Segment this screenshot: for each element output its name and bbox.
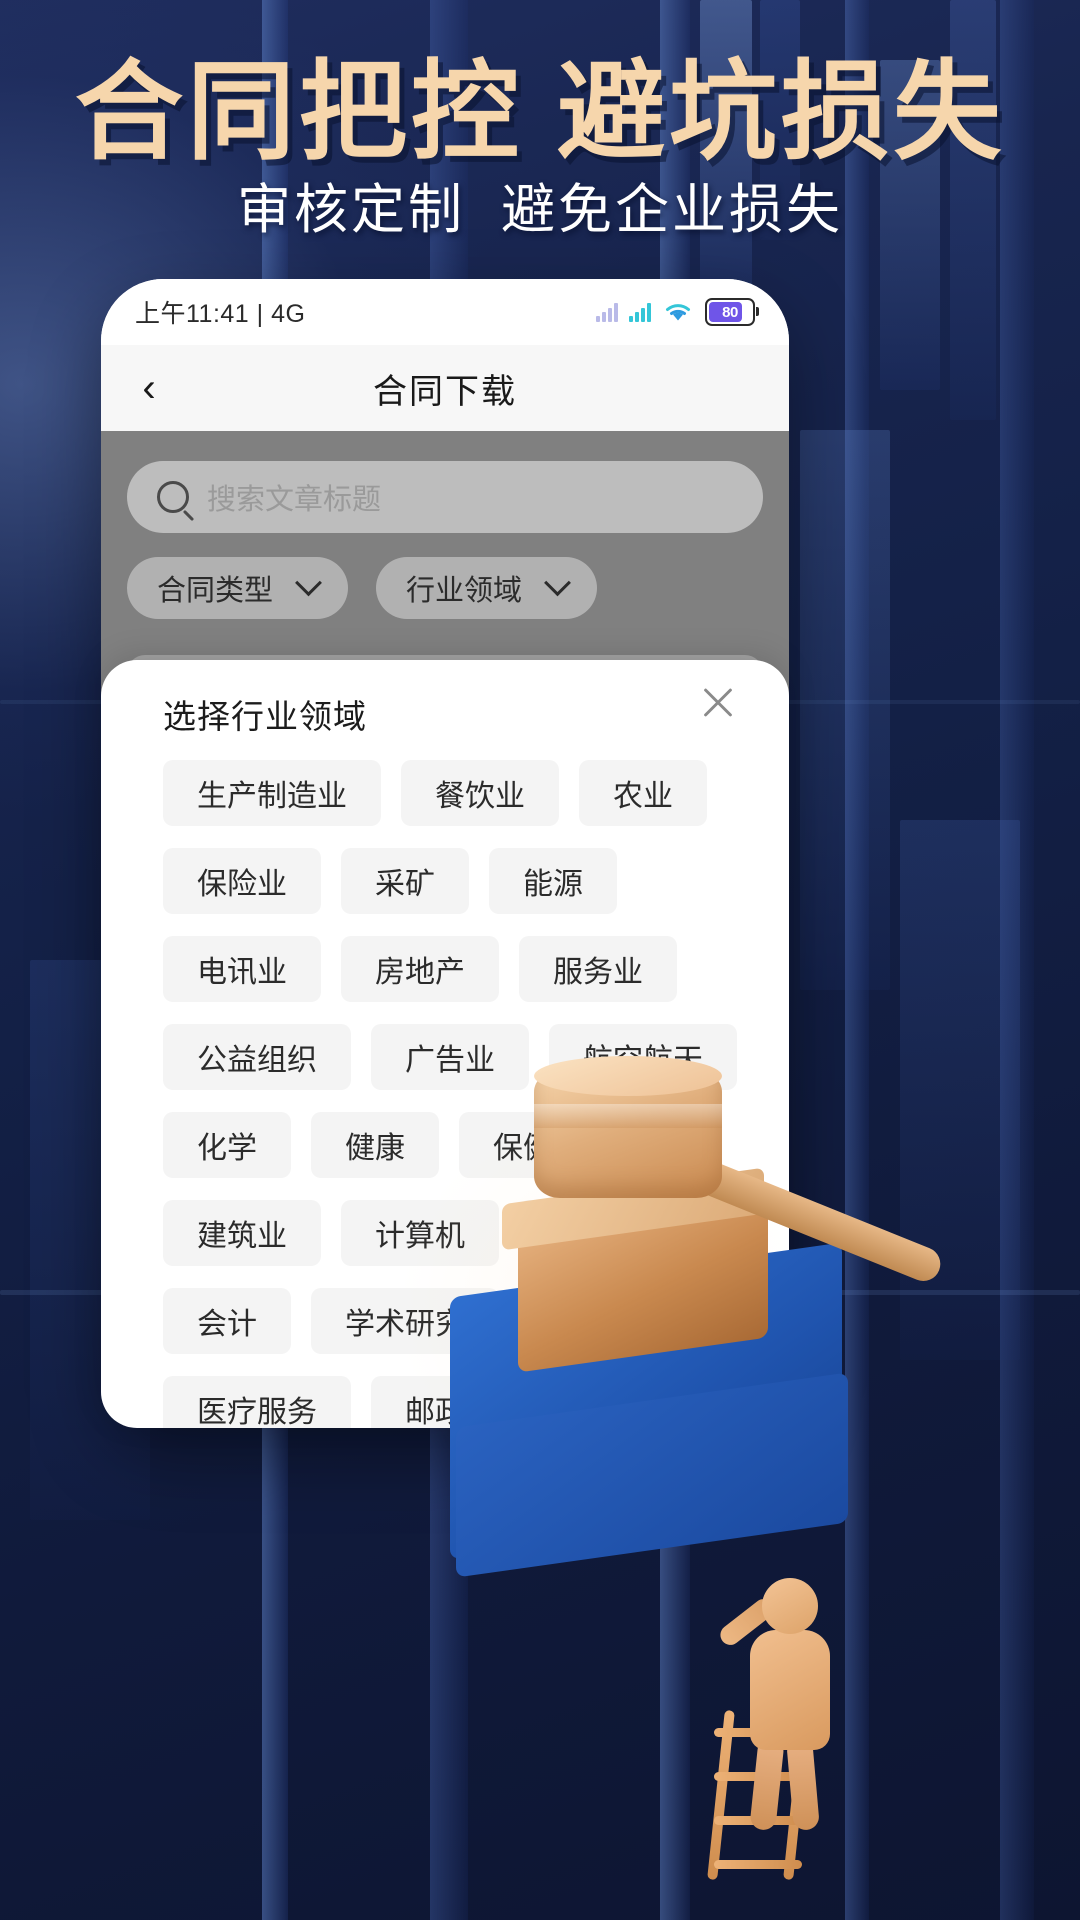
industry-option[interactable]: 建筑业	[163, 1200, 321, 1266]
filter-label: 合同类型	[157, 575, 274, 607]
industry-option[interactable]: 房地产	[341, 936, 499, 1002]
signal-bars-icon	[629, 302, 651, 322]
industry-option[interactable]: 健康	[311, 1112, 439, 1178]
close-icon[interactable]	[695, 680, 741, 726]
battery-level: 80	[722, 303, 738, 321]
battery-icon: 80	[705, 298, 759, 326]
poster-headline: 合同把控 避坑损失	[74, 51, 1005, 172]
industry-option[interactable]: 会计	[163, 1288, 291, 1354]
back-button[interactable]: ‹	[101, 368, 197, 408]
sheet-header: 选择行业领域	[101, 660, 789, 750]
industry-option[interactable]: 公益组织	[163, 1024, 351, 1090]
gavel-books-illustration	[390, 1056, 1080, 1920]
nav-bar: ‹ 合同下载	[101, 345, 789, 431]
chevron-down-icon	[295, 568, 322, 596]
industry-option[interactable]: 生产制造业	[163, 760, 381, 826]
filter-industry[interactable]: 行业领域	[376, 557, 598, 619]
signal-bars-icon	[596, 302, 618, 322]
chevron-down-icon	[544, 568, 571, 596]
shelf-book	[800, 430, 890, 990]
industry-option[interactable]: 保险业	[163, 848, 321, 914]
status-bar: 上午11:41 | 4G 80	[101, 279, 789, 345]
industry-option[interactable]: 化学	[163, 1112, 291, 1178]
wifi-icon	[666, 304, 690, 321]
person-on-ladder-icon	[698, 1560, 888, 1881]
industry-option[interactable]: 能源	[489, 848, 617, 914]
page-title: 合同下载	[373, 372, 517, 411]
filter-label: 行业领域	[406, 575, 523, 607]
industry-option[interactable]: 餐饮业	[401, 760, 559, 826]
poster-subheadline: 审核定制 避免企业损失	[236, 180, 843, 240]
industry-option[interactable]: 服务业	[519, 936, 677, 1002]
industry-option[interactable]: 电讯业	[163, 936, 321, 1002]
filter-contract-type[interactable]: 合同类型	[127, 557, 349, 619]
search-placeholder: 搜索文章标题	[207, 484, 382, 516]
status-bar-icons: 80	[596, 298, 759, 326]
sheet-title: 选择行业领域	[163, 698, 367, 735]
industry-option[interactable]: 采矿	[341, 848, 469, 914]
industry-option[interactable]: 农业	[579, 760, 707, 826]
search-input[interactable]: 搜索文章标题	[127, 461, 763, 533]
filter-row: 合同类型 行业领域	[127, 557, 598, 619]
industry-option[interactable]: 医疗服务	[163, 1376, 351, 1428]
status-bar-time: 上午11:41 | 4G	[135, 300, 306, 328]
search-icon	[157, 481, 189, 513]
